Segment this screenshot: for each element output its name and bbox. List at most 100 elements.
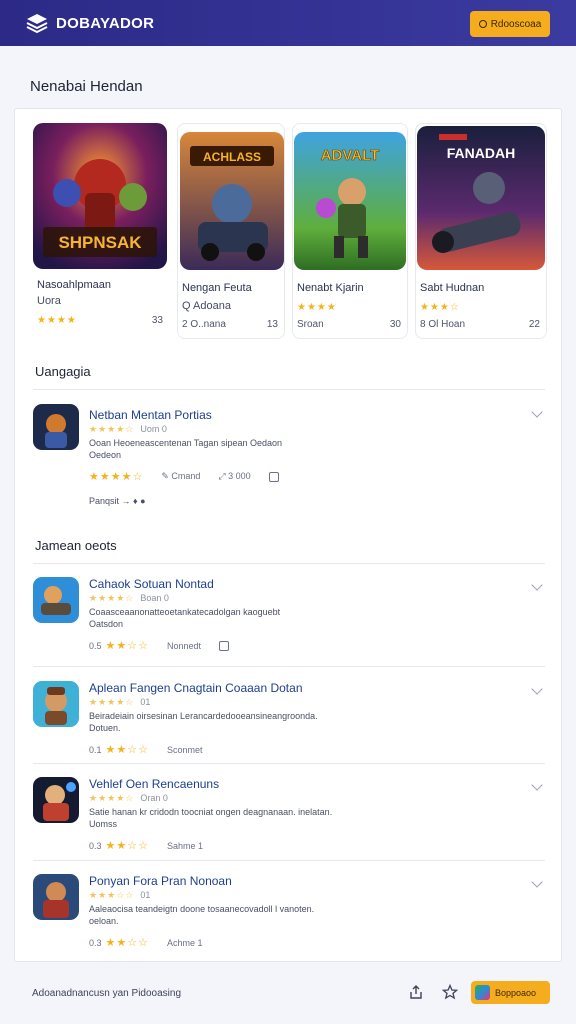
item-title[interactable]: Ponyan Fora Pran Nonoan	[89, 874, 232, 888]
chevron-down-icon[interactable]	[531, 579, 543, 591]
game-thumbnail	[33, 404, 79, 450]
footer-text: Adoanadnancusn yan Pidooasing	[32, 988, 182, 999]
square-icon[interactable]	[219, 640, 229, 651]
footer-action-button[interactable]: Boppoaoo	[471, 981, 550, 1004]
featured-count: 33	[151, 315, 163, 326]
game-thumbnail	[33, 681, 79, 727]
list-item[interactable]: Ponyan Fora Pran Nonoan ★★★☆☆ 01 Aaleaoci…	[33, 874, 545, 964]
comment-count: ✎ Cmand	[161, 471, 201, 481]
featured-stars: ★★★★	[37, 315, 77, 326]
list-item[interactable]: Aplean Fangen Cnagtain Coaaan Dotan ★★★★…	[33, 681, 545, 771]
featured-sub: Uora	[37, 295, 61, 307]
item-title[interactable]: Vehlef Oen Rencaenuns	[89, 777, 219, 791]
chevron-down-icon[interactable]	[531, 876, 543, 888]
page-title: Nenabai Hendan	[30, 78, 143, 95]
item-meta: ★★★★☆ ✎ Cmand ⤢ 3 000	[89, 470, 279, 483]
square-icon[interactable]	[268, 471, 279, 482]
game-art-title: ACHLASS	[203, 150, 261, 164]
rating-value: 0.5	[89, 640, 102, 651]
circle-icon	[478, 20, 487, 28]
game-art: FANADAH	[417, 126, 545, 270]
divider	[33, 389, 545, 390]
game-art: ADVALT	[294, 132, 406, 270]
section-heading: Uangagia	[35, 364, 91, 379]
featured-count: 22	[528, 319, 540, 330]
rating-stars: ★★☆☆	[105, 640, 149, 652]
section-heading: Jamean oeots	[35, 538, 117, 553]
share-icon[interactable]	[408, 984, 424, 1000]
divider	[33, 763, 545, 764]
featured-name: Nenabt Kjarin	[297, 282, 364, 294]
game-art: SHPNSAK	[33, 123, 167, 269]
featured-card[interactable]: ADVALT Nenabt Kjarin ★★★★ Sroan 30	[292, 123, 408, 339]
item-subline: ★★★★☆ Uom 0	[89, 424, 167, 435]
divider	[33, 563, 545, 564]
item-description: Aaleaocisa teandeigtn doone tosaanecovad…	[89, 904, 315, 926]
top-bar: DOBAYADOR Rdooscoaa	[0, 0, 576, 46]
featured-card[interactable]: ACHLASS Nengan Feuta Q Adoana 2 O..nana …	[177, 123, 285, 339]
footer-button-label: Boppoaoo	[495, 987, 537, 998]
game-thumbnail	[33, 577, 79, 623]
featured-card[interactable]: FANADAH Sabt Hudnan ★★★☆ 8 Ol Hoan 22	[415, 123, 547, 339]
featured-meta: 8 Ol Hoan	[420, 319, 466, 330]
content-card: SHPNSAK Nasoahlpmaan Uora ★★★★ 33 ACHLAS…	[14, 108, 562, 962]
item-description: Ooan Heoeneascentenan Tagan sipean Oedao…	[89, 437, 389, 461]
featured-stars: ★★★★	[297, 302, 337, 313]
chevron-down-icon[interactable]	[531, 406, 543, 418]
item-sub: Uom 0	[140, 424, 167, 434]
rating-stars: ★★☆☆	[105, 937, 149, 949]
rating-stars: ★★☆☆	[105, 840, 149, 852]
game-thumbnail	[33, 777, 79, 823]
description-line: Oedeon	[89, 450, 122, 460]
chevron-down-icon[interactable]	[531, 779, 543, 791]
list-item[interactable]: Vehlef Oen Rencaenuns ★★★★☆ Oran 0 Satie …	[33, 777, 545, 867]
item-meta: 0.1 ★★☆☆ Sconmet	[89, 743, 203, 756]
featured-meta: 2 O..nana	[182, 319, 226, 330]
list-item[interactable]: Netban Mentan Portias ★★★★☆ Uom 0 Ooan He…	[33, 404, 545, 524]
featured-meta: Sroan	[297, 319, 324, 330]
featured-name: Sabt Hudnan	[420, 282, 485, 294]
meta-text: Sahme 1	[166, 840, 203, 851]
featured-card[interactable]: SHPNSAK Nasoahlpmaan Uora ★★★★ 33	[33, 123, 169, 339]
item-meta: 0.3 ★★☆☆ Sahme 1	[89, 839, 203, 852]
download-count: ⤢ 3 000	[218, 471, 251, 481]
featured-sub: Q Adoana	[182, 300, 231, 312]
item-footer: Panqsit → ♦ ●	[89, 496, 146, 506]
divider	[33, 860, 545, 861]
item-description: Coaasceaanonatteoetankatecadolgan kaogue…	[89, 607, 281, 629]
featured-name: Nasoahlpmaan	[37, 279, 111, 291]
item-meta: 0.5 ★★☆☆ Nonnedt	[89, 639, 229, 652]
rating-stars: ★★★★☆	[89, 471, 144, 483]
rating-value: 0.3	[89, 840, 102, 851]
game-art-title: FANADAH	[447, 145, 515, 161]
featured-row: SHPNSAK Nasoahlpmaan Uora ★★★★ 33 ACHLAS…	[33, 123, 547, 341]
game-thumbnail	[33, 874, 79, 920]
featured-name: Nengan Feuta	[182, 282, 252, 294]
chevron-down-icon[interactable]	[531, 683, 543, 695]
meta-text: Achme 1	[166, 937, 203, 948]
header-action-label: Rdooscoaa	[490, 18, 542, 30]
rating-value: 0.3	[89, 937, 102, 948]
star-icon[interactable]	[442, 984, 458, 1000]
brand-name: DOBAYADOR	[56, 14, 155, 32]
item-subline: ★★★★☆ 01	[89, 697, 151, 707]
item-title[interactable]: Aplean Fangen Cnagtain Coaaan Dotan	[89, 681, 303, 695]
game-art: ACHLASS	[180, 132, 284, 270]
list-item[interactable]: Cahaok Sotuan Nontad ★★★★☆ Boan 0 Coaasce…	[33, 577, 545, 667]
item-description: Satie hanan kr cridodn toocniat ongen de…	[89, 807, 333, 829]
game-art-title: ADVALT	[321, 147, 380, 164]
header-action-button[interactable]: Rdooscoaa	[470, 11, 550, 37]
featured-count: 13	[266, 319, 278, 330]
small-stars: ★★★★☆	[89, 424, 135, 434]
item-title[interactable]: Cahaok Sotuan Nontad	[89, 577, 214, 591]
meta-text: Sconmet	[166, 744, 203, 755]
divider	[33, 666, 545, 667]
logo-icon	[26, 14, 48, 33]
item-title[interactable]: Netban Mentan Portias	[89, 408, 212, 422]
item-subline: ★★★★☆ Oran 0	[89, 793, 168, 803]
game-art-title: SHPNSAK	[58, 233, 142, 252]
rating-value: 0.1	[89, 744, 102, 755]
item-meta: 0.3 ★★☆☆ Achme 1	[89, 936, 203, 949]
item-description: Beiradeiain oirsesinan Lerancardedooeans…	[89, 711, 318, 733]
meta-text: Nonnedt	[166, 640, 201, 651]
